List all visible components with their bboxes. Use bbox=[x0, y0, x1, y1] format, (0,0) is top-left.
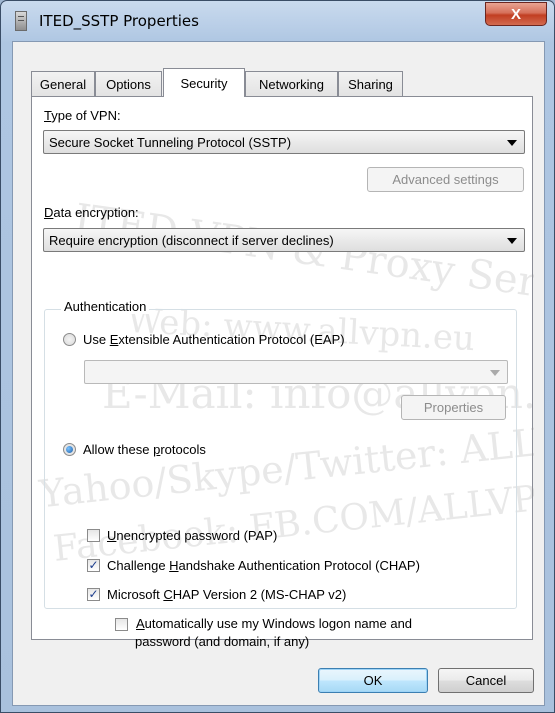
checkmark-icon: ✓ bbox=[88, 558, 99, 572]
window-title: ITED_SSTP Properties bbox=[39, 12, 199, 30]
tab-security[interactable]: Security bbox=[163, 68, 245, 97]
connection-icon bbox=[15, 11, 27, 31]
chap-checkbox[interactable]: ✓ bbox=[87, 559, 100, 572]
chevron-down-icon bbox=[507, 140, 517, 146]
data-encryption-label: Data encryption: bbox=[44, 205, 139, 220]
chevron-down-icon bbox=[490, 370, 500, 376]
vpn-type-label: Type of VPN: bbox=[44, 108, 121, 123]
tab-general[interactable]: General bbox=[31, 71, 95, 96]
mschap-checkbox[interactable]: ✓ bbox=[87, 588, 100, 601]
properties-window: ITED_SSTP Properties X General Options S… bbox=[0, 0, 555, 713]
tab-sharing[interactable]: Sharing bbox=[338, 71, 403, 96]
eap-radio[interactable] bbox=[63, 333, 76, 346]
allow-protocols-label[interactable]: Allow these protocols bbox=[83, 442, 206, 457]
vpn-type-dropdown[interactable]: Secure Socket Tunneling Protocol (SSTP) bbox=[43, 130, 525, 154]
data-encryption-dropdown[interactable]: Require encryption (disconnect if server… bbox=[43, 228, 525, 252]
dialog-body: General Options Security Networking Shar… bbox=[12, 41, 545, 706]
tab-options[interactable]: Options bbox=[95, 71, 162, 96]
authentication-label: Authentication bbox=[61, 299, 150, 314]
pap-label[interactable]: Unencrypted password (PAP) bbox=[107, 528, 277, 543]
vpn-type-value: Secure Socket Tunneling Protocol (SSTP) bbox=[49, 134, 292, 150]
data-encryption-value: Require encryption (disconnect if server… bbox=[49, 232, 334, 248]
cancel-button[interactable]: Cancel bbox=[438, 668, 534, 693]
eap-method-dropdown[interactable] bbox=[84, 360, 508, 384]
security-panel: ITED VPN & Proxy Services Web: www.allvp… bbox=[31, 96, 534, 640]
eap-radio-label[interactable]: Use Extensible Authentication Protocol (… bbox=[83, 332, 345, 347]
mschap-label[interactable]: Microsoft CHAP Version 2 (MS-CHAP v2) bbox=[107, 587, 346, 602]
allow-protocols-radio[interactable] bbox=[63, 443, 76, 456]
close-icon: X bbox=[510, 5, 521, 23]
pap-checkbox[interactable] bbox=[87, 529, 100, 542]
ok-button[interactable]: OK bbox=[318, 668, 428, 693]
title-bar[interactable]: ITED_SSTP Properties X bbox=[1, 1, 554, 41]
autologon-checkbox[interactable] bbox=[115, 618, 128, 631]
autologon-label-line-2[interactable]: password (and domain, if any) bbox=[135, 634, 309, 649]
chap-label[interactable]: Challenge Handshake Authentication Proto… bbox=[107, 558, 420, 573]
eap-properties-button[interactable]: Properties bbox=[401, 395, 506, 420]
advanced-settings-button[interactable]: Advanced settings bbox=[367, 167, 524, 192]
close-button[interactable]: X bbox=[485, 2, 547, 26]
autologon-label-line-1[interactable]: Automatically use my Windows logon name … bbox=[136, 616, 412, 631]
tab-networking[interactable]: Networking bbox=[245, 71, 338, 96]
chevron-down-icon bbox=[507, 238, 517, 244]
checkmark-icon: ✓ bbox=[88, 587, 99, 601]
